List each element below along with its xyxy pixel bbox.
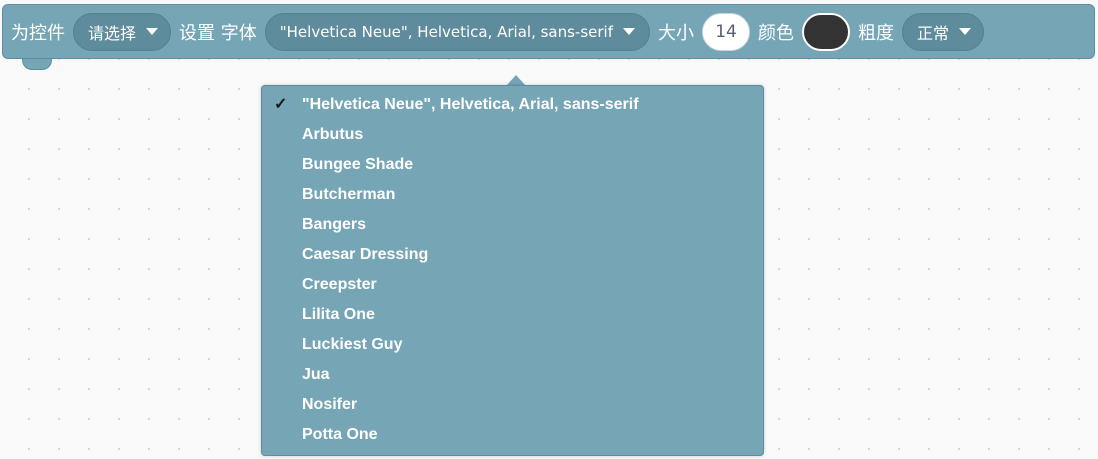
font-option-label: Bungee Shade: [302, 156, 414, 173]
font-option[interactable]: Caesar Dressing: [262, 240, 763, 270]
font-option[interactable]: Bungee Shade: [262, 150, 763, 180]
chevron-down-icon: [146, 28, 159, 35]
target-widget-dropdown[interactable]: 请选择: [73, 12, 172, 51]
font-option[interactable]: Creepster: [262, 270, 763, 300]
font-weight-dropdown[interactable]: 正常: [902, 12, 985, 51]
font-option-label: Potta One: [302, 426, 378, 443]
font-option[interactable]: Arbutus: [262, 120, 763, 150]
font-option-label: Jua: [302, 366, 330, 383]
font-option-label: "Helvetica Neue", Helvetica, Arial, sans…: [302, 96, 639, 113]
font-option-label: Creepster: [302, 276, 377, 293]
set-font-block[interactable]: 为控件 请选择 设置 字体 "Helvetica Neue", Helvetic…: [2, 4, 1095, 59]
font-option-label: Arbutus: [302, 126, 364, 143]
font-option-label: Lilita One: [302, 306, 375, 323]
block-connector-notch: [22, 59, 52, 70]
font-option[interactable]: Jua: [262, 360, 763, 390]
font-size-input[interactable]: 14: [702, 12, 751, 51]
font-family-menu: ✓ "Helvetica Neue", Helvetica, Arial, san…: [261, 85, 764, 456]
font-option[interactable]: Butcherman: [262, 180, 763, 210]
font-option[interactable]: Nosifer: [262, 390, 763, 420]
label-for-widget: 为控件: [11, 22, 65, 44]
checkmark-icon: ✓: [274, 96, 288, 113]
font-option[interactable]: Lilita One: [262, 300, 763, 330]
font-option-label: Nosifer: [302, 396, 358, 413]
font-option[interactable]: ✓ "Helvetica Neue", Helvetica, Arial, san…: [262, 90, 763, 120]
font-family-dropdown[interactable]: "Helvetica Neue", Helvetica, Arial, sans…: [264, 12, 651, 51]
chevron-down-icon: [959, 28, 972, 35]
font-option-label: Caesar Dressing: [302, 246, 429, 263]
font-option-label: Butcherman: [302, 186, 396, 203]
font-option[interactable]: Luckiest Guy: [262, 330, 763, 360]
target-widget-dropdown-value: 请选择: [88, 23, 137, 43]
font-option[interactable]: Bangers: [262, 210, 763, 240]
font-family-dropdown-value: "Helvetica Neue", Helvetica, Arial, sans…: [279, 22, 614, 41]
font-color-swatch[interactable]: [802, 12, 851, 51]
label-size: 大小: [658, 22, 695, 44]
label-color: 颜色: [758, 22, 795, 44]
font-weight-dropdown-value: 正常: [917, 23, 950, 43]
font-option-label: Luckiest Guy: [302, 336, 403, 353]
label-set-font: 设置 字体: [179, 22, 257, 44]
label-weight: 粗度: [858, 22, 895, 44]
chevron-down-icon: [623, 28, 636, 35]
font-option[interactable]: Potta One: [262, 420, 763, 450]
font-option-label: Bangers: [302, 216, 367, 233]
